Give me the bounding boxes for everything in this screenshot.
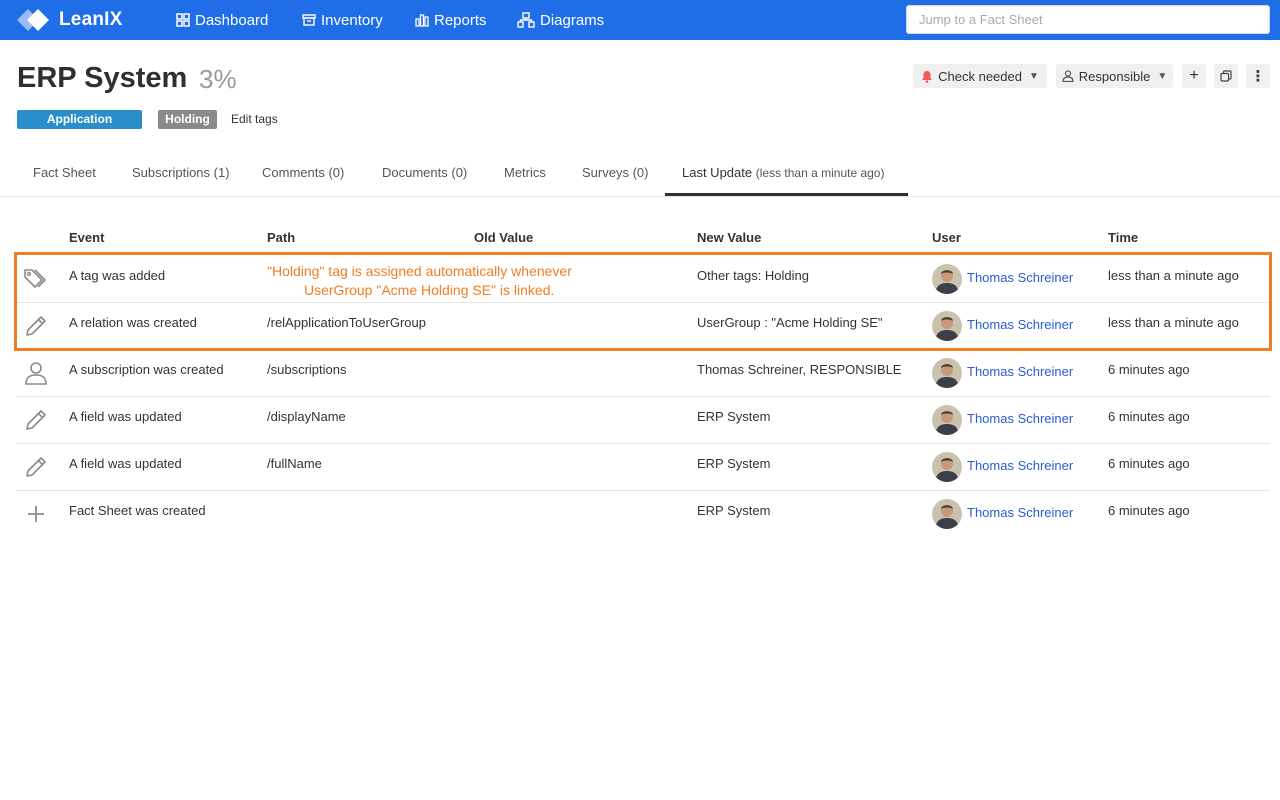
new-value-text: ERP System [697, 503, 771, 518]
annotation-line-1: "Holding" tag is assigned automatically … [267, 263, 572, 279]
event-text: A field was updated [69, 409, 182, 424]
nav-reports[interactable]: Reports [415, 10, 487, 30]
bar-chart-icon [415, 14, 429, 27]
factsheet-search-input[interactable] [906, 5, 1270, 34]
table-row: A field was updated /displayName ERP Sys… [16, 397, 1270, 444]
path-text: /fullName [267, 456, 322, 471]
tab-metrics[interactable]: Metrics [504, 165, 546, 180]
person-icon [1062, 70, 1074, 82]
table-row: Fact Sheet was created ERP System Thomas… [16, 491, 1270, 538]
tab-last-update-label: Last Update [682, 165, 753, 180]
event-text: Fact Sheet was created [69, 503, 206, 518]
nav-diagrams[interactable]: Diagrams [517, 10, 604, 30]
user-link[interactable]: Thomas Schreiner [967, 364, 1073, 379]
more-options-button[interactable]: ⋮ [1246, 64, 1270, 88]
plus-icon: + [1189, 67, 1199, 84]
user-link[interactable]: Thomas Schreiner [967, 505, 1073, 520]
brand-name: LeanIX [59, 9, 123, 30]
leanix-logo-icon [17, 9, 49, 31]
time-text: 6 minutes ago [1108, 409, 1190, 424]
path-text: /subscriptions [267, 362, 347, 377]
bell-icon [922, 70, 933, 83]
edit-tags-link[interactable]: Edit tags [231, 112, 278, 126]
nav-inventory-label: Inventory [321, 11, 383, 29]
table-row: A subscription was created /subscription… [16, 350, 1270, 397]
nav-diagrams-label: Diagrams [540, 11, 605, 29]
time-text: 6 minutes ago [1108, 503, 1190, 518]
time-text: 6 minutes ago [1108, 362, 1190, 377]
new-value-text: ERP System [697, 456, 771, 471]
nav-inventory[interactable]: Inventory [302, 10, 383, 30]
table-row: A field was updated /fullName ERP System… [16, 444, 1270, 491]
event-text: A field was updated [69, 456, 182, 471]
plus-icon [28, 506, 44, 522]
col-header-old-value: Old Value [474, 230, 534, 245]
highlight-box [14, 252, 1272, 351]
more-vertical-icon: ⋮ [1250, 68, 1266, 85]
col-header-time: Time [1108, 230, 1139, 245]
check-needed-button[interactable]: Check needed ▼ [913, 64, 1047, 88]
top-navbar: LeanIX Dashboard Inventory Reports Diagr… [0, 0, 1280, 40]
copy-icon [1220, 70, 1232, 82]
check-needed-label: Check needed [938, 68, 1022, 84]
tab-documents[interactable]: Documents (0) [382, 165, 467, 180]
col-header-path: Path [267, 230, 296, 245]
annotation-note: "Holding" tag is assigned automatically … [267, 262, 572, 300]
responsible-button[interactable]: Responsible ▼ [1056, 64, 1173, 88]
inventory-icon [302, 14, 316, 26]
col-header-user: User [932, 230, 961, 245]
avatar [932, 499, 962, 529]
chevron-down-icon: ▼ [1157, 70, 1168, 82]
col-header-event: Event [69, 230, 105, 245]
page-title: ERP System [17, 62, 188, 94]
new-value-text: ERP System [697, 409, 771, 424]
factsheet-tabs: Fact Sheet Subscriptions (1) Comments (0… [0, 150, 1280, 197]
copy-button[interactable] [1214, 64, 1238, 88]
nav-reports-label: Reports [434, 11, 487, 29]
active-tab-indicator [665, 193, 908, 196]
tab-last-update-sub: (less than a minute ago) [755, 166, 885, 180]
responsible-label: Responsible [1078, 68, 1151, 84]
time-text: 6 minutes ago [1108, 456, 1190, 471]
completion-score: 3% [199, 64, 237, 94]
path-text: /displayName [267, 409, 346, 424]
grid-icon [176, 13, 190, 27]
pencil-icon [26, 410, 46, 430]
event-text: A subscription was created [69, 362, 224, 377]
leanix-logo[interactable]: LeanIX [16, 7, 123, 33]
avatar [932, 452, 962, 482]
new-value-text: Thomas Schreiner, RESPONSIBLE [697, 362, 902, 377]
user-link[interactable]: Thomas Schreiner [967, 458, 1073, 473]
nav-dashboard-label: Dashboard [195, 11, 269, 29]
user-link[interactable]: Thomas Schreiner [967, 411, 1073, 426]
tab-last-update[interactable]: Last Update (less than a minute ago) [682, 165, 884, 180]
factsheet-type-badge: Application [17, 110, 142, 129]
tag-holding[interactable]: Holding [158, 110, 217, 129]
add-button[interactable]: + [1182, 64, 1206, 88]
nav-dashboard[interactable]: Dashboard [176, 10, 268, 30]
tab-comments[interactable]: Comments (0) [262, 165, 344, 180]
annotation-line-2: UserGroup "Acme Holding SE" is linked. [304, 282, 555, 298]
person-icon [25, 362, 47, 385]
pencil-icon [26, 457, 46, 477]
chevron-down-icon: ▼ [1028, 70, 1039, 82]
avatar [932, 405, 962, 435]
avatar [932, 358, 962, 388]
col-header-new-value: New Value [697, 230, 762, 245]
tab-surveys[interactable]: Surveys (0) [582, 165, 648, 180]
tab-subscriptions[interactable]: Subscriptions (1) [132, 165, 230, 180]
tab-fact-sheet[interactable]: Fact Sheet [33, 165, 96, 180]
diagram-icon [517, 12, 535, 28]
